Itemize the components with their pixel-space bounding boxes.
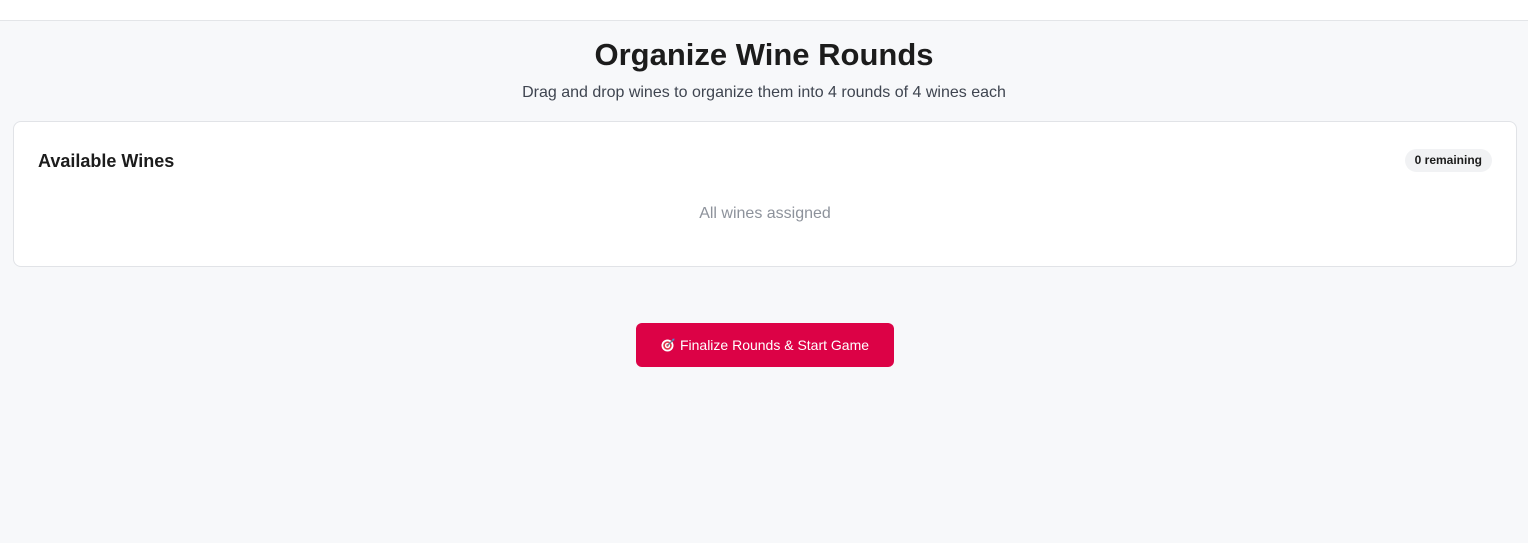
- finalize-rounds-button[interactable]: Finalize Rounds & Start Game: [636, 323, 894, 367]
- available-wines-panel[interactable]: Available Wines 0 remaining All wines as…: [13, 121, 1517, 267]
- page-subtitle: Drag and drop wines to organize them int…: [522, 84, 1006, 101]
- top-bar: [0, 0, 1528, 21]
- empty-state-message: All wines assigned: [699, 205, 831, 222]
- remaining-count-badge: 0 remaining: [1404, 149, 1492, 172]
- finalize-button-label: Finalize Rounds & Start Game: [679, 337, 870, 353]
- dart-target-icon: [661, 338, 675, 352]
- page-title: Organize Wine Rounds: [594, 37, 934, 72]
- available-wines-title: Available Wines: [38, 151, 175, 171]
